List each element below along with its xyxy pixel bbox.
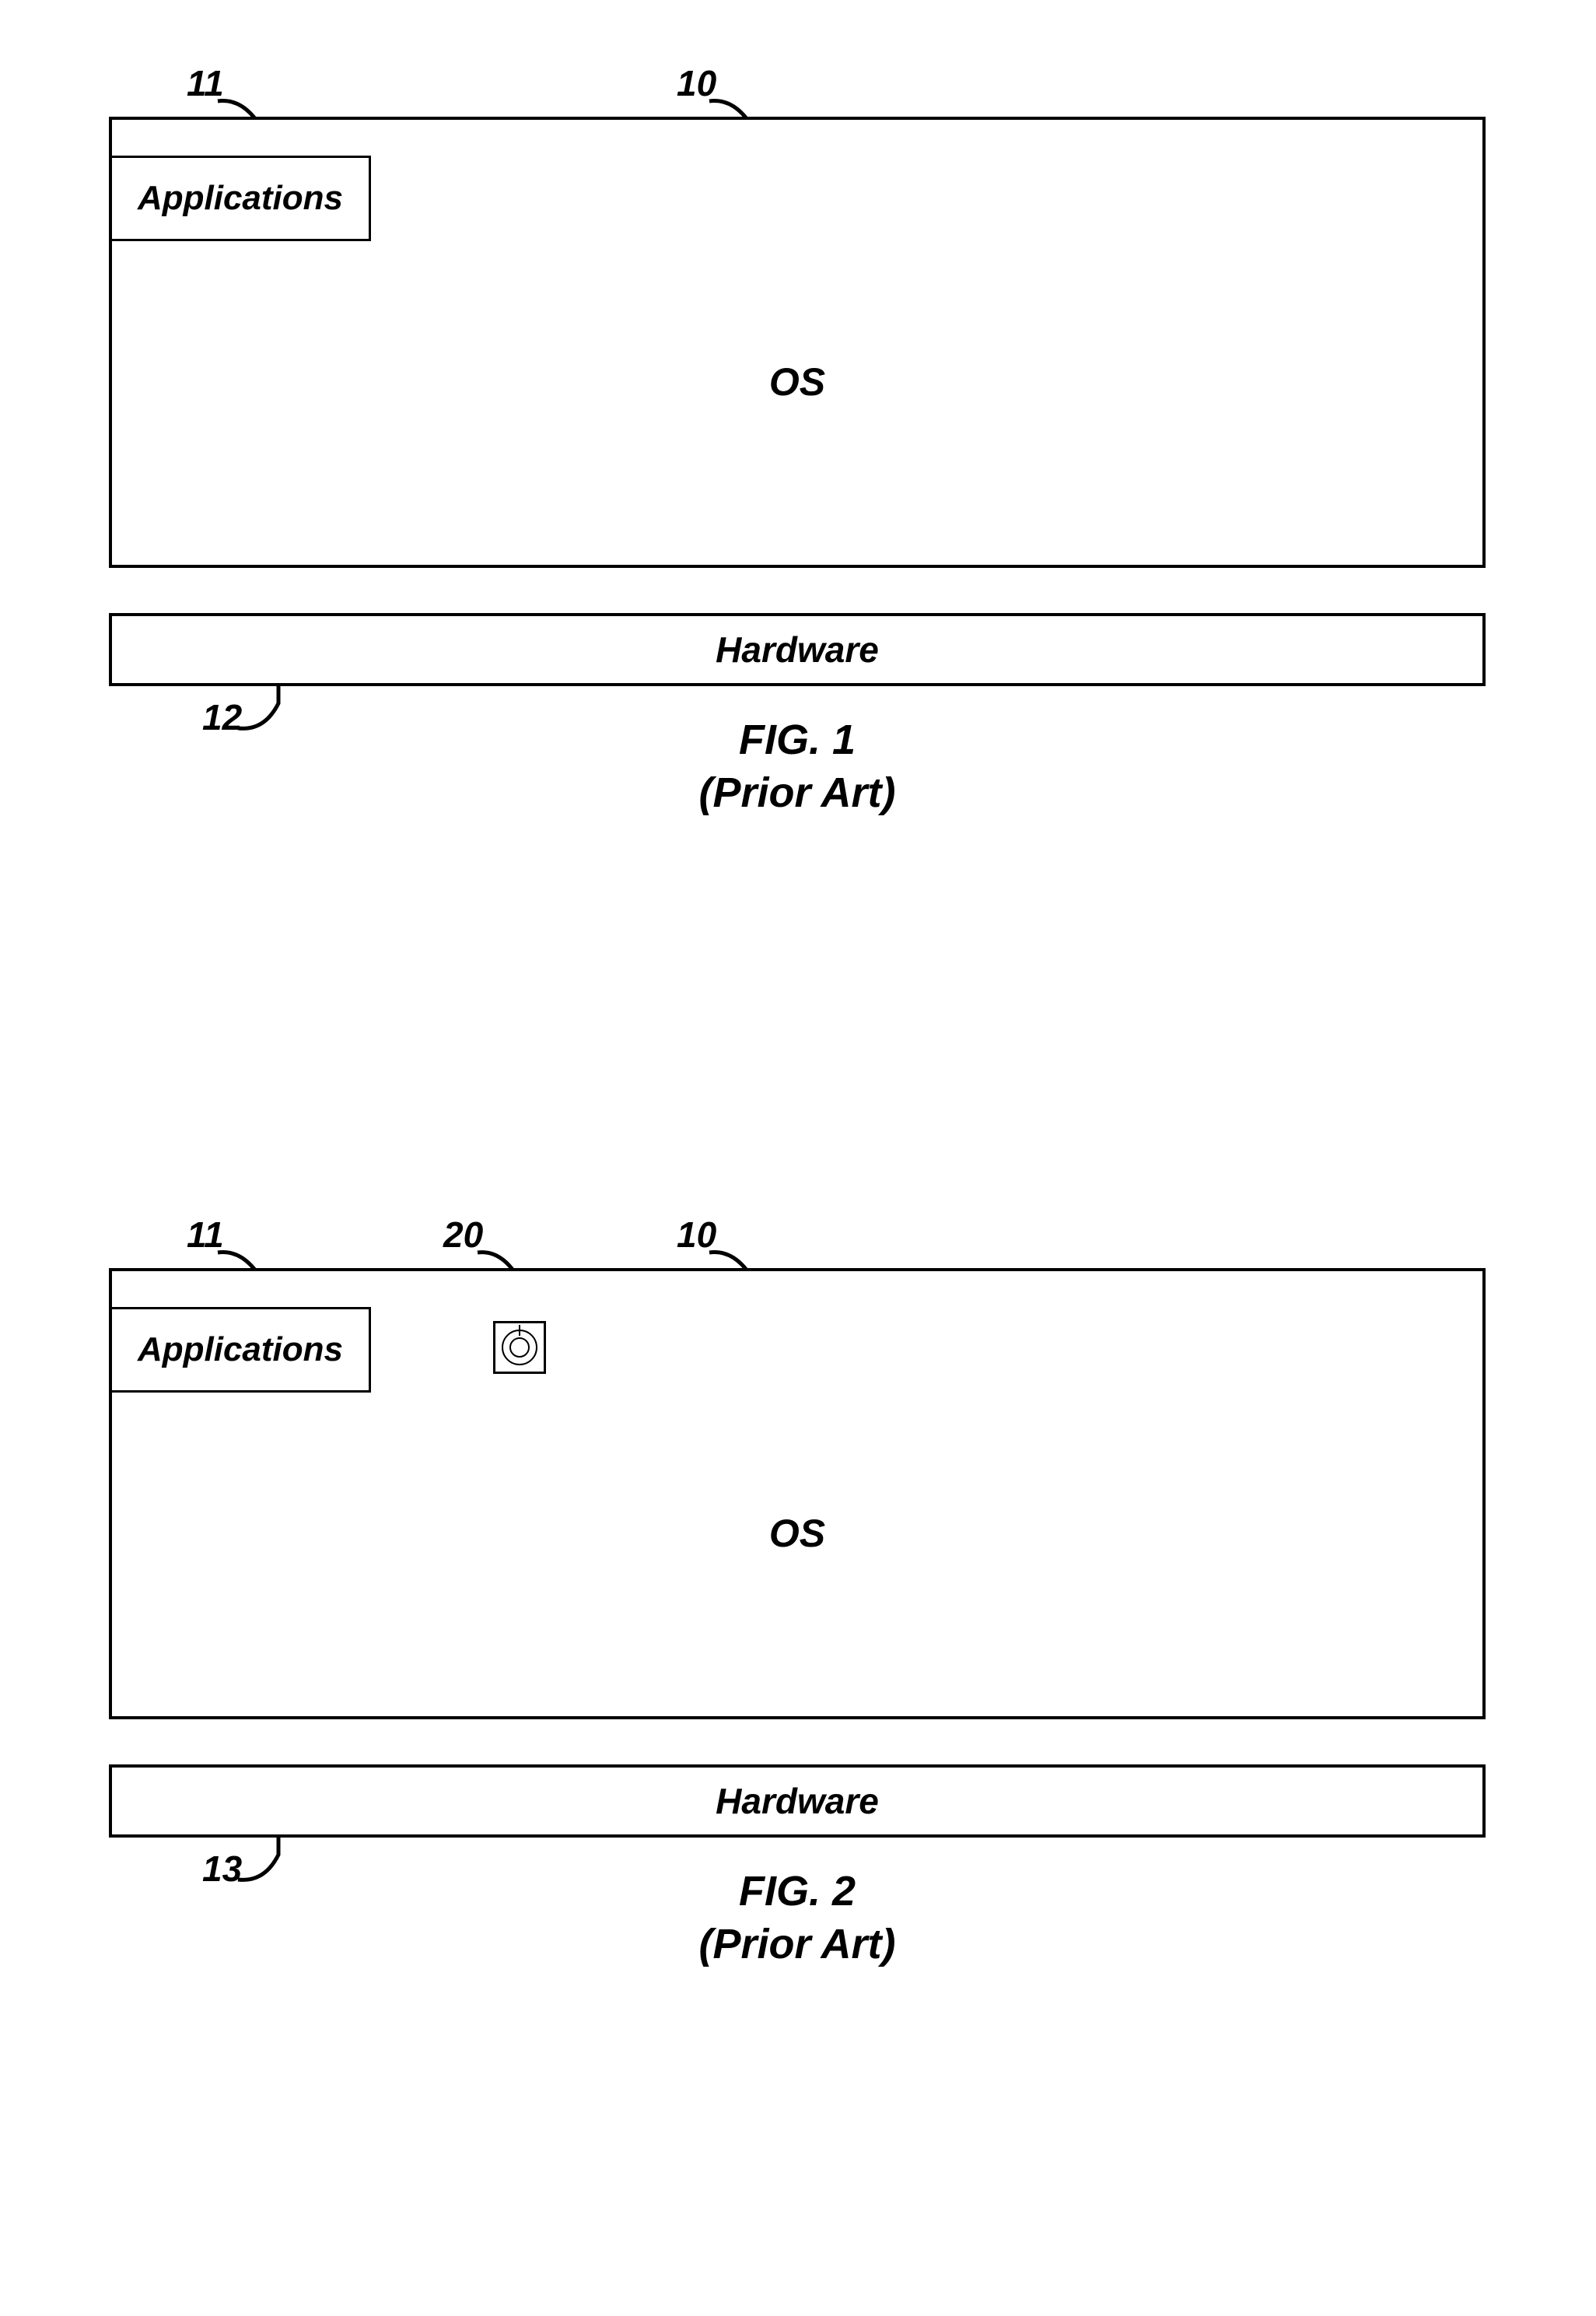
os-label: OS [769,1511,825,1556]
ref-13: 13 [202,1848,242,1890]
ref-12: 12 [202,696,242,738]
page: 11 10 Applications OS Hardware 12 FIG. 1… [0,0,1596,2316]
caption-line1: FIG. 2 [109,1866,1486,1918]
os-box: Applications OS [109,117,1486,568]
applications-box: Applications [110,156,371,241]
figure-caption: FIG. 2 (Prior Art) [109,1866,1486,1971]
hardware-box: Hardware [109,1764,1486,1838]
figure-caption: FIG. 1 (Prior Art) [109,714,1486,819]
ref-20: 20 [443,1214,483,1256]
figure-1: 11 10 Applications OS Hardware 12 FIG. 1… [109,117,1486,819]
hardware-label: Hardware [716,1780,879,1822]
applications-label: Applications [138,1330,343,1369]
caption-line2: (Prior Art) [109,1918,1486,1971]
ref-11: 11 [187,1214,224,1256]
caption-line2: (Prior Art) [109,767,1486,820]
ref-11: 11 [187,62,224,104]
caption-line1: FIG. 1 [109,714,1486,767]
os-label: OS [769,359,825,405]
bomb-inner [502,1330,537,1365]
hardware-box: Hardware [109,613,1486,686]
ref-10: 10 [677,1214,716,1256]
applications-label: Applications [138,179,343,218]
os-box: Applications OS [109,1268,1486,1719]
applications-box: Applications [110,1307,371,1393]
ref-10: 10 [677,62,716,104]
bomb-icon [493,1321,546,1374]
hardware-label: Hardware [716,629,879,671]
figure-2: 11 20 10 Applications OS Hardware 13 [109,1268,1486,1971]
